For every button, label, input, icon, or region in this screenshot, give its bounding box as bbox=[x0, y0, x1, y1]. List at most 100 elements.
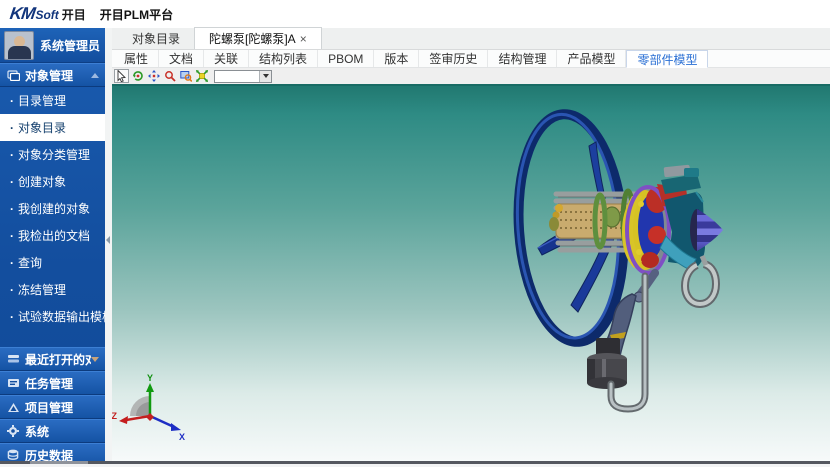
project-chart-icon bbox=[6, 401, 20, 413]
subtab-versions[interactable]: 版本 bbox=[374, 50, 419, 67]
sidebar-item-label: 对象分类管理 bbox=[18, 146, 90, 163]
database-icon bbox=[6, 449, 20, 461]
sidebar-item-label: 创建对象 bbox=[18, 173, 66, 190]
sidebar-item-query[interactable]: · 查询 bbox=[0, 249, 105, 276]
sidebar-item-object-classification[interactable]: · 对象分类管理 bbox=[0, 141, 105, 168]
sidebar-group-object-management[interactable]: 对象管理 bbox=[0, 63, 105, 87]
subtab-part-model[interactable]: 零部件模型 bbox=[626, 50, 708, 68]
avatar-body bbox=[8, 46, 31, 60]
subtab-properties[interactable]: 属性 bbox=[114, 50, 159, 67]
user-panel: 系统管理员 bbox=[0, 28, 105, 63]
rotate-view-icon[interactable] bbox=[130, 69, 145, 83]
subtab-label: 签审历史 bbox=[429, 50, 477, 67]
sidebar-bottom-groups: 最近打开的对象 任务管理 项目管理 系统 bbox=[0, 347, 105, 467]
logo-km-mark: KM bbox=[9, 4, 36, 24]
sidebar-group-label: 最近打开的对象 bbox=[25, 351, 91, 368]
item-bullet: · bbox=[10, 175, 14, 189]
subtab-label: 零部件模型 bbox=[637, 51, 697, 68]
gyro-pump-model-canvas[interactable]: Y Z X bbox=[112, 84, 830, 462]
subtab-product-model[interactable]: 产品模型 bbox=[557, 50, 626, 67]
sidebar-item-label: 我创建的对象 bbox=[18, 200, 90, 217]
item-bullet: · bbox=[10, 310, 14, 324]
item-bullet: · bbox=[10, 283, 14, 297]
item-bullet: · bbox=[10, 202, 14, 216]
sidebar-group-project-management[interactable]: 项目管理 bbox=[0, 395, 105, 419]
app-header: KM Soft 开目 开目PLM平台 bbox=[0, 0, 830, 28]
subtab-label: 文档 bbox=[169, 50, 193, 67]
sidebar-group-task-management[interactable]: 任务管理 bbox=[0, 371, 105, 395]
detail-subtabbar: 属性 文档 关联 结构列表 PBOM 版本 签审历史 结构管理 产品模型 零部件… bbox=[112, 50, 830, 68]
subtab-documents[interactable]: 文档 bbox=[159, 50, 204, 67]
tab-close-icon[interactable]: × bbox=[300, 32, 307, 46]
task-board-icon bbox=[6, 377, 20, 389]
sidebar-group-system[interactable]: 系统 bbox=[0, 419, 105, 443]
sidebar-item-label: 查询 bbox=[18, 254, 42, 271]
subtab-label: PBOM bbox=[328, 52, 363, 66]
fit-all-icon[interactable] bbox=[194, 69, 209, 83]
item-bullet: · bbox=[10, 256, 14, 270]
avatar-head bbox=[14, 36, 25, 47]
chevron-down-icon bbox=[263, 74, 269, 78]
platform-title: 开目PLM平台 bbox=[100, 6, 173, 23]
item-bullet: · bbox=[10, 229, 14, 243]
subtab-label: 版本 bbox=[384, 50, 408, 67]
tab-object-catalog[interactable]: 对象目录 bbox=[118, 27, 194, 49]
subtab-label: 属性 bbox=[124, 50, 148, 67]
sidebar-item-test-data-template[interactable]: · 试验数据输出模板 bbox=[0, 303, 105, 330]
expand-down-icon[interactable] bbox=[91, 357, 99, 362]
sidebar-items: · 目录管理 ·对象目录 · 对象分类管理 · 创建对象 · 我创建的对象 · 我检出的文… bbox=[0, 87, 105, 330]
user-avatar[interactable] bbox=[4, 31, 34, 60]
axis-z-label: Z bbox=[112, 411, 118, 421]
subtab-label: 结构列表 bbox=[259, 50, 307, 67]
tab-gyro-pump[interactable]: 陀螺泵[陀螺泵]A × bbox=[194, 27, 322, 49]
item-bullet: · bbox=[10, 94, 14, 108]
sidebar-group-label: 对象管理 bbox=[25, 67, 91, 84]
cad-viewport[interactable]: Y Z X bbox=[112, 84, 830, 462]
viewport-top-edge bbox=[112, 84, 830, 86]
sidebar-item-catalog-management[interactable]: · 目录管理 bbox=[0, 87, 105, 114]
sidebar-item-label: 我检出的文档 bbox=[18, 227, 90, 244]
zoom-dynamic-icon[interactable] bbox=[162, 69, 177, 83]
sidebar-splitter[interactable] bbox=[105, 28, 112, 462]
sidebar: 系统管理员 对象管理 · 目录管理 ·对象目录 · 对象分类管理 · 创建对象 · 我创… bbox=[0, 28, 105, 467]
collapse-up-icon[interactable] bbox=[91, 73, 99, 78]
viewport-background bbox=[112, 84, 830, 462]
tab-label: 对象目录 bbox=[132, 30, 180, 47]
subtab-approval-history[interactable]: 签审历史 bbox=[419, 50, 488, 67]
km-soft-logo: KM Soft 开目 bbox=[10, 4, 86, 24]
tab-label: 陀螺泵[陀螺泵]A bbox=[209, 30, 296, 47]
dropdown-button[interactable] bbox=[259, 71, 271, 82]
subtab-structure-list[interactable]: 结构列表 bbox=[249, 50, 318, 67]
sidebar-item-object-catalog[interactable]: ·对象目录 bbox=[0, 114, 105, 141]
logo-soft-text: Soft bbox=[35, 8, 58, 22]
pan-view-icon[interactable] bbox=[146, 69, 161, 83]
item-bullet: · bbox=[10, 121, 14, 135]
sidebar-item-create-object[interactable]: · 创建对象 bbox=[0, 168, 105, 195]
sidebar-item-label: 试验数据输出模板 bbox=[18, 308, 105, 325]
sidebar-group-label: 项目管理 bbox=[25, 399, 99, 416]
sidebar-collapse-icon[interactable] bbox=[106, 236, 110, 244]
subtab-label: 关联 bbox=[214, 50, 238, 67]
sidebar-item-my-checked-out-docs[interactable]: · 我检出的文档 bbox=[0, 222, 105, 249]
subtab-pbom[interactable]: PBOM bbox=[318, 50, 374, 67]
sidebar-group-label: 系统 bbox=[25, 423, 99, 440]
recent-objects-icon bbox=[6, 353, 20, 365]
folder-stack-icon bbox=[6, 69, 20, 81]
sidebar-group-label: 任务管理 bbox=[25, 375, 99, 392]
sidebar-item-freeze-management[interactable]: ·冻结管理 bbox=[0, 276, 105, 303]
axis-y-label: Y bbox=[147, 373, 153, 383]
subtab-label: 产品模型 bbox=[567, 50, 615, 67]
item-bullet: · bbox=[10, 148, 14, 162]
sidebar-item-label: 目录管理 bbox=[18, 92, 66, 109]
select-cursor-icon[interactable] bbox=[114, 69, 129, 83]
subtab-structure-management[interactable]: 结构管理 bbox=[488, 50, 557, 67]
sidebar-group-recent-objects[interactable]: 最近打开的对象 bbox=[0, 347, 105, 371]
zoom-window-icon[interactable] bbox=[178, 69, 193, 83]
axis-x-label: X bbox=[179, 432, 185, 442]
viewer-toolbar bbox=[112, 68, 830, 84]
subtab-label: 结构管理 bbox=[498, 50, 546, 67]
sidebar-item-my-created-objects[interactable]: · 我创建的对象 bbox=[0, 195, 105, 222]
subtab-associations[interactable]: 关联 bbox=[204, 50, 249, 67]
view-preset-dropdown[interactable] bbox=[214, 70, 272, 83]
plm-application: KM Soft 开目 开目PLM平台 系统管理员 对象管理 ·目录管理 ·对象目… bbox=[0, 0, 830, 467]
